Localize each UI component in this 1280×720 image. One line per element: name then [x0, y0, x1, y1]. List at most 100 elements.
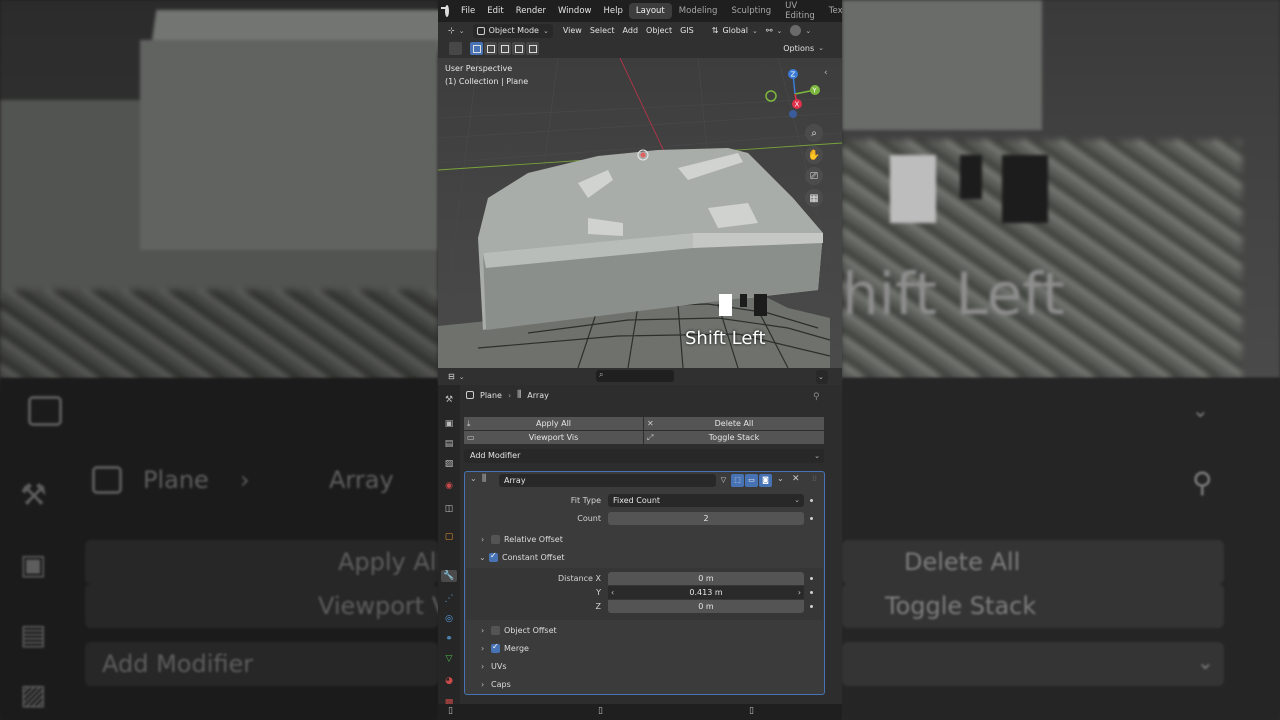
background-left: Plane › Array Apply All Viewport V Add M…: [0, 0, 438, 720]
keyframe-dot[interactable]: [810, 499, 813, 502]
camera-icon[interactable]: ⎚: [805, 167, 823, 185]
render-icon[interactable]: ◙: [759, 474, 772, 487]
editor-type-dropdown[interactable]: ⊟ ⌄: [444, 370, 469, 384]
object-tab-icon[interactable]: ▢: [443, 531, 455, 543]
menu-help[interactable]: Help: [597, 6, 628, 16]
object-offset-checkbox[interactable]: [491, 626, 500, 635]
sidebar-toggle-icon[interactable]: ‹: [824, 68, 828, 78]
background-slab: [842, 0, 1042, 130]
collapse-chevron-icon: ⌄: [479, 553, 486, 562]
material-tab-icon[interactable]: ◕: [443, 675, 455, 687]
uvs-subpanel[interactable]: › UVs: [481, 662, 507, 671]
distance-x-field[interactable]: 0 m: [608, 572, 804, 585]
mode-extend-icon[interactable]: [484, 42, 497, 55]
merge-subpanel[interactable]: › Merge: [481, 642, 529, 653]
on-cage-icon[interactable]: ▽: [717, 474, 730, 487]
remove-modifier-icon[interactable]: ✕: [792, 474, 800, 484]
add-modifier-dropdown[interactable]: Add Modifier ⌄: [464, 449, 824, 463]
mode-difference-icon[interactable]: [512, 42, 525, 55]
menu-gis[interactable]: GIS: [676, 24, 698, 38]
chevron-down-icon: ⌄: [794, 496, 800, 504]
apply-all-button[interactable]: ⤓ Apply All: [464, 417, 643, 430]
menu-add[interactable]: Add: [619, 24, 643, 38]
mode-set-icon[interactable]: [470, 42, 483, 55]
scene-tab-icon[interactable]: ◉: [443, 480, 455, 492]
delete-all-button[interactable]: ✕ Delete All: [644, 417, 824, 430]
select-box-tool-icon[interactable]: [449, 42, 462, 55]
menu-object[interactable]: Object: [642, 24, 676, 38]
menu-view[interactable]: View: [559, 24, 586, 38]
editor-type-dropdown[interactable]: ⊹ ⌄: [444, 24, 469, 38]
edit-mode-icon[interactable]: ⬚: [731, 474, 744, 487]
caps-subpanel[interactable]: › Caps: [481, 680, 511, 689]
navigation-gizmo[interactable]: Z Y X: [763, 66, 823, 126]
neg-y-axis-icon[interactable]: [765, 90, 777, 102]
keyframe-dot[interactable]: [810, 577, 813, 580]
distance-z-field[interactable]: 0 m: [608, 600, 804, 613]
keyframe-dot[interactable]: [810, 605, 813, 608]
count-field[interactable]: 2: [608, 512, 804, 525]
tab-uv-editing[interactable]: UV Editing: [778, 0, 822, 24]
modifier-name-field[interactable]: Array: [499, 474, 716, 487]
mode-intersect-icon[interactable]: [526, 42, 539, 55]
properties-options-dropdown[interactable]: ⌄: [816, 370, 828, 384]
increment-arrow-icon[interactable]: ›: [798, 586, 801, 599]
merge-checkbox[interactable]: [491, 642, 500, 653]
snap-dropdown[interactable]: ⚯ ⌄: [762, 24, 787, 38]
constant-offset-checkbox[interactable]: [489, 551, 498, 562]
tool-tab-icon[interactable]: ⚒: [443, 394, 455, 406]
world-tab-icon[interactable]: ◫: [443, 503, 455, 515]
constant-offset-subpanel[interactable]: ⌄ Constant Offset: [479, 551, 565, 562]
grid-perspective-icon[interactable]: ▦: [805, 189, 823, 207]
drag-handle-icon[interactable]: ⁞⁞: [812, 474, 817, 483]
menu-file[interactable]: File: [455, 6, 481, 16]
render-tab-icon[interactable]: ▣: [443, 418, 455, 430]
relative-offset-checkbox[interactable]: [491, 535, 500, 544]
orientation-dropdown[interactable]: ⇅ Global ⌄: [708, 24, 762, 38]
mode-dropdown[interactable]: Object Mode ⌄: [472, 23, 553, 38]
keyframe-dot[interactable]: [810, 517, 813, 520]
tab-sculpting[interactable]: Sculpting: [724, 3, 778, 19]
background-row: [842, 540, 1224, 584]
data-tab-icon[interactable]: ▽: [443, 653, 455, 665]
tab-texture-paint[interactable]: Textu: [822, 3, 842, 19]
menu-edit[interactable]: Edit: [481, 6, 509, 16]
blender-logo-icon[interactable]: [441, 5, 449, 17]
viewport-vis-button[interactable]: ▭ Viewport Vis: [464, 431, 643, 444]
collapse-chevron-icon[interactable]: ⌄: [470, 474, 477, 483]
distance-y-field[interactable]: ‹ 0.413 m ›: [608, 586, 804, 599]
modifier-tab-icon[interactable]: 🔧: [441, 570, 457, 582]
modifier-menu-chevron-icon[interactable]: ⌄: [777, 474, 784, 483]
realtime-icon[interactable]: ▭: [745, 474, 758, 487]
object-mode-icon: [476, 26, 485, 35]
view-layer-tab-icon[interactable]: ▨: [443, 458, 455, 470]
pan-hand-icon[interactable]: ✋: [805, 146, 823, 164]
selection-mode-buttons: [470, 42, 539, 55]
mode-subtract-icon[interactable]: [498, 42, 511, 55]
toggle-stack-button[interactable]: ⤢ Toggle Stack: [644, 431, 824, 444]
menu-window[interactable]: Window: [552, 6, 598, 16]
menu-select[interactable]: Select: [586, 24, 619, 38]
options-dropdown[interactable]: Options ⌄: [779, 41, 828, 55]
fit-type-dropdown[interactable]: Fixed Count ⌄: [608, 494, 804, 507]
proportional-edit-dropdown[interactable]: ⌄: [786, 24, 815, 38]
neg-z-axis-icon[interactable]: [789, 110, 797, 118]
3d-viewport[interactable]: User Perspective (1) Collection | Plane …: [438, 58, 842, 368]
tab-modeling[interactable]: Modeling: [672, 3, 725, 19]
search-icon: ⌕: [599, 370, 604, 379]
pin-icon[interactable]: ⚲: [813, 392, 820, 402]
relative-offset-subpanel[interactable]: › Relative Offset: [481, 535, 563, 544]
tab-layout[interactable]: Layout: [628, 3, 672, 19]
object-offset-subpanel[interactable]: › Object Offset: [481, 626, 557, 635]
constraints-tab-icon[interactable]: ⚭: [443, 633, 455, 645]
menu-render[interactable]: Render: [510, 6, 552, 16]
properties-search-input[interactable]: ⌕: [596, 370, 674, 382]
physics-tab-icon[interactable]: ◎: [443, 613, 455, 625]
decrement-arrow-icon[interactable]: ‹: [611, 586, 614, 599]
output-tab-icon[interactable]: ▤: [443, 438, 455, 450]
particles-tab-icon[interactable]: ⋰: [443, 593, 455, 605]
top-bar: File Edit Render Window Help Layout Mode…: [438, 0, 842, 22]
toggle-stack-label: Toggle Stack: [708, 433, 760, 442]
zoom-icon[interactable]: ⌕: [805, 124, 823, 142]
keyframe-dot[interactable]: [810, 591, 813, 594]
